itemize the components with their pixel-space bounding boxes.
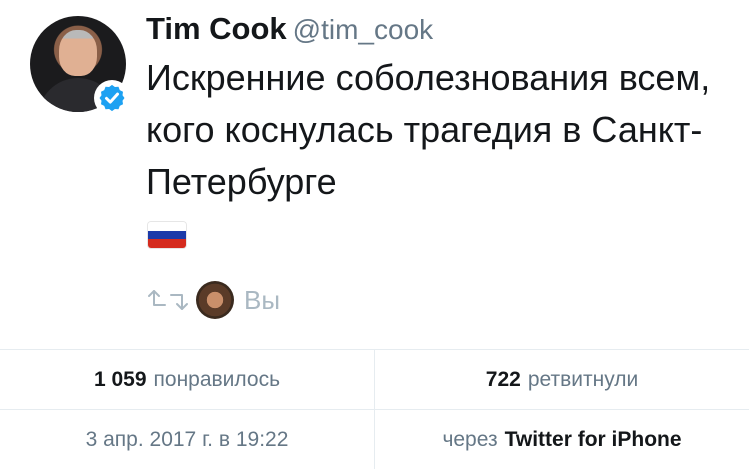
- verified-badge-icon: [94, 80, 130, 116]
- stats-meta-row: 3 апр. 2017 г. в 19:22 через Twitter for …: [0, 409, 749, 469]
- user-avatar[interactable]: [196, 281, 234, 319]
- tweet-timestamp[interactable]: 3 апр. 2017 г. в 19:22: [0, 410, 374, 469]
- likes-stat[interactable]: 1 059 понравилось: [0, 350, 374, 409]
- likes-count: 1 059: [93, 367, 147, 391]
- retweets-label: ретвитнули: [527, 367, 639, 391]
- social-context: Вы: [146, 281, 281, 319]
- likes-label: понравилось: [153, 367, 281, 391]
- russia-flag-icon: [148, 222, 186, 248]
- tweet-text: Искренние соболезнования всем, кого косн…: [146, 57, 711, 202]
- tweet-stats: 1 059 понравилось 722 ретвитнули 3 апр. 20…: [0, 349, 749, 469]
- via-label: через: [442, 427, 498, 451]
- tweet-header: Tim Cook @tim_cook: [146, 10, 433, 49]
- retweets-count: 722: [485, 367, 521, 391]
- tweet-source: через Twitter for iPhone: [374, 410, 749, 469]
- author-handle[interactable]: @tim_cook: [293, 14, 433, 45]
- via-app-link[interactable]: Twitter for iPhone: [505, 428, 682, 452]
- author-name[interactable]: Tim Cook: [146, 11, 287, 46]
- retweet-icon: [148, 290, 188, 310]
- author-avatar[interactable]: [30, 16, 130, 116]
- social-context-label: Вы: [244, 284, 281, 315]
- retweets-stat[interactable]: 722 ретвитнули: [374, 350, 749, 409]
- stats-counts-row: 1 059 понравилось 722 ретвитнули: [0, 350, 749, 409]
